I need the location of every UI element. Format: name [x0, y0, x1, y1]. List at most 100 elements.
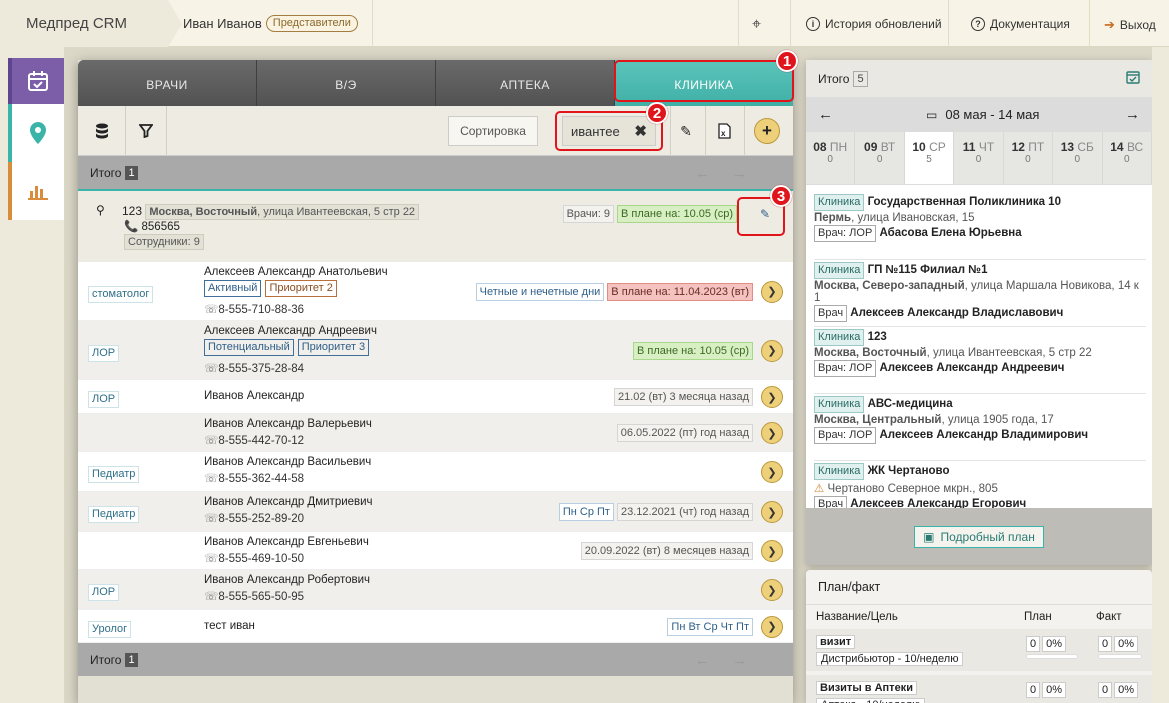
- card-doctor-tag: Врач: ЛОР: [814, 360, 877, 377]
- open-doctor-button[interactable]: ❯: [761, 579, 783, 601]
- tab-ve[interactable]: В/Э: [257, 60, 436, 106]
- doctor-row[interactable]: Педиатр Иванов Александр Дмитриевич ☏8-555…: [78, 492, 793, 532]
- doctor-row[interactable]: Педиатр Иванов Александр Васильевич ☏8-555…: [78, 452, 793, 492]
- card-type-badge: Клиника: [814, 329, 865, 346]
- day-label: 08 ПН: [806, 140, 854, 154]
- locate-button[interactable]: ⌖: [752, 16, 761, 34]
- doctor-name[interactable]: Алексеев Александр Анатольевич: [204, 266, 388, 278]
- planfact-plan: 0 0%: [1026, 636, 1067, 652]
- doctor-row[interactable]: Уролог тест иван Пн Вт Ср Чт Пт ❯: [78, 610, 793, 643]
- logout-link[interactable]: ➔ Выход: [1104, 17, 1156, 33]
- last-visit-chip: 06.05.2022 (пт) год назад: [616, 424, 753, 442]
- planned-visit-card[interactable]: Клиника АВС-медицина Москва, Центральный,…: [814, 393, 1146, 444]
- doctor-row[interactable]: ЛОР Иванов Александр Робертович ☏8-555-565…: [78, 570, 793, 610]
- open-doctor-button[interactable]: ❯: [761, 386, 783, 408]
- user-info: Иван Иванов Представители: [183, 15, 358, 32]
- clinic-list-panel: ВРАЧИ В/Э АПТЕКА КЛИНИКА Сортировка иван…: [78, 60, 793, 703]
- history-link[interactable]: i История обновлений: [806, 17, 942, 31]
- doctor-row[interactable]: ЛОР Алексеев Александр Андреевич Потенциал…: [78, 321, 793, 380]
- doctor-name[interactable]: Иванов Александр Дмитриевич: [204, 496, 373, 508]
- doctor-row[interactable]: стоматолог Алексеев Александр Анатольевич…: [78, 262, 793, 321]
- card-address: Москва, Восточный, улица Ивантеевская, 5…: [814, 347, 1146, 359]
- doctor-name[interactable]: Алексеев Александр Андреевич: [204, 325, 377, 337]
- card-address-street: , улица Ивановская, 15: [851, 212, 975, 224]
- specialty-badge: Уролог: [88, 620, 132, 638]
- chevron-right-icon: ❯: [767, 345, 777, 357]
- filter-button[interactable]: [132, 116, 160, 146]
- open-doctor-button[interactable]: ❯: [761, 339, 783, 362]
- database-button[interactable]: [88, 116, 116, 146]
- day-10[interactable]: 10 СР 5: [904, 132, 955, 184]
- open-doctor-button[interactable]: ❯: [761, 615, 783, 638]
- export-excel-button[interactable]: x: [712, 116, 736, 146]
- open-doctor-button[interactable]: ❯: [761, 422, 783, 444]
- doctor-name[interactable]: Иванов Александр Робертович: [204, 574, 370, 586]
- day-11[interactable]: 11 ЧТ 0: [954, 132, 1004, 184]
- card-type-badge: Клиника: [814, 194, 865, 211]
- nav-calendar[interactable]: [8, 58, 64, 104]
- day-weekday: ВТ: [880, 140, 896, 154]
- day-count: 0: [1074, 154, 1081, 165]
- doctor-phone: ☏8-555-565-50-95: [204, 589, 304, 603]
- day-12[interactable]: 12 ПТ 0: [1004, 132, 1054, 184]
- docs-link[interactable]: ? Документация: [971, 17, 1070, 31]
- planned-visit-card[interactable]: Клиника ЖК Чертаново ⚠ Чертаново Северное…: [814, 460, 1146, 513]
- planned-visit-card[interactable]: Клиника Государственная Поликлиника 10 Пе…: [814, 192, 1146, 242]
- edit-button[interactable]: ✎: [674, 116, 698, 146]
- pager-arrows[interactable]: ←→: [695, 652, 769, 669]
- week-plan-panel: Итого 5 ← ▭ 08 мая - 14 мая → 08 ПН 0 09 ВТ…: [806, 60, 1152, 565]
- nav-reports[interactable]: [8, 162, 64, 220]
- planfact-row[interactable]: визит Дистрибьютор - 10/неделю 0 0% 0 0%: [806, 629, 1152, 671]
- doctor-row[interactable]: ЛОР Иванов Александр 21.02 (вт) 3 месяца н…: [78, 380, 793, 414]
- day-number: 14: [1110, 140, 1124, 154]
- doctor-name[interactable]: Иванов Александр Васильевич: [204, 456, 371, 468]
- app-brand[interactable]: Медпред CRM: [0, 0, 182, 47]
- day-label: 10 СР: [905, 140, 953, 154]
- calendar-check-icon[interactable]: [1126, 70, 1140, 87]
- prev-week-arrow-icon[interactable]: ←: [818, 106, 833, 123]
- week-range[interactable]: ▭ 08 мая - 14 мая: [926, 107, 1039, 122]
- pager-arrows[interactable]: ←→: [695, 165, 769, 182]
- open-doctor-button[interactable]: ❯: [761, 461, 783, 483]
- doctor-row[interactable]: Иванов Александр Валерьевич ☏8-555-442-70…: [78, 414, 793, 452]
- open-doctor-button[interactable]: ❯: [761, 501, 783, 523]
- day-weekday: СР: [929, 140, 946, 154]
- open-doctor-button[interactable]: ❯: [761, 540, 783, 562]
- open-doctor-button[interactable]: ❯: [761, 280, 783, 303]
- phone-icon: ☏: [204, 304, 219, 316]
- planfact-row[interactable]: Визиты в АптекиАптека - 10/неделю00%00%: [806, 675, 1152, 703]
- planfact-goal: Аптека - 10/неделю: [816, 697, 926, 703]
- day-14[interactable]: 14 ВС 0: [1103, 132, 1152, 184]
- doctor-name[interactable]: Иванов Александр Валерьевич: [204, 418, 372, 430]
- doctor-name[interactable]: Иванов Александр: [204, 390, 304, 402]
- tab-doctors[interactable]: ВРАЧИ: [78, 60, 257, 106]
- day-13[interactable]: 13 СБ 0: [1053, 132, 1103, 184]
- clinic-address-row[interactable]: ⚲ 123 Москва, Восточный, улица Ивантеевс…: [78, 189, 793, 262]
- planned-visit-card[interactable]: Клиника ГП №115 Филиал №1 Москва, Северо-…: [814, 259, 1146, 322]
- doctor-status: 20.09.2022 (вт) 8 месяцев назад: [580, 542, 753, 560]
- sort-button[interactable]: Сортировка: [448, 116, 538, 146]
- day-08[interactable]: 08 ПН 0: [806, 132, 856, 184]
- doctor-name[interactable]: тест иван: [204, 620, 255, 632]
- day-09[interactable]: 09 ВТ 0: [855, 132, 905, 184]
- page-scrollbar[interactable]: [1152, 47, 1169, 703]
- add-button[interactable]: +: [754, 118, 780, 144]
- doctor-row[interactable]: Иванов Александр Евгеньевич ☏8-555-469-10…: [78, 532, 793, 570]
- card-clinic-name: Государственная Поликлиника 10: [867, 196, 1061, 208]
- chevron-right-icon: ❯: [767, 584, 777, 597]
- clinic-phone-value: 856565: [141, 221, 180, 233]
- planfact-goal: Дистрибьютор - 10/неделю: [816, 651, 964, 666]
- plan-chip: В плане на: 11.04.2023 (вт): [607, 282, 753, 301]
- planned-visit-card[interactable]: Клиника 123 Москва, Восточный, улица Иван…: [814, 326, 1146, 377]
- crosshair-icon: ⌖: [752, 16, 762, 33]
- callout-clinic-tab: [614, 60, 794, 102]
- doctor-phone: ☏8-555-375-28-84: [204, 361, 304, 375]
- visit-days-chip: Пн Вт Ср Чт Пт: [667, 617, 753, 636]
- next-week-arrow-icon[interactable]: →: [1125, 106, 1140, 123]
- doctor-name[interactable]: Иванов Александр Евгеньевич: [204, 536, 369, 548]
- nav-map[interactable]: [8, 104, 64, 162]
- tab-pharmacy[interactable]: АПТЕКА: [436, 60, 615, 106]
- detailed-plan-button[interactable]: ▣ Подробный план: [914, 525, 1044, 548]
- clinic-address: Москва, Восточный, улица Ивантеевская, 5…: [145, 204, 420, 220]
- planfact-goal-label: Дистрибьютор - 10/неделю: [816, 652, 964, 666]
